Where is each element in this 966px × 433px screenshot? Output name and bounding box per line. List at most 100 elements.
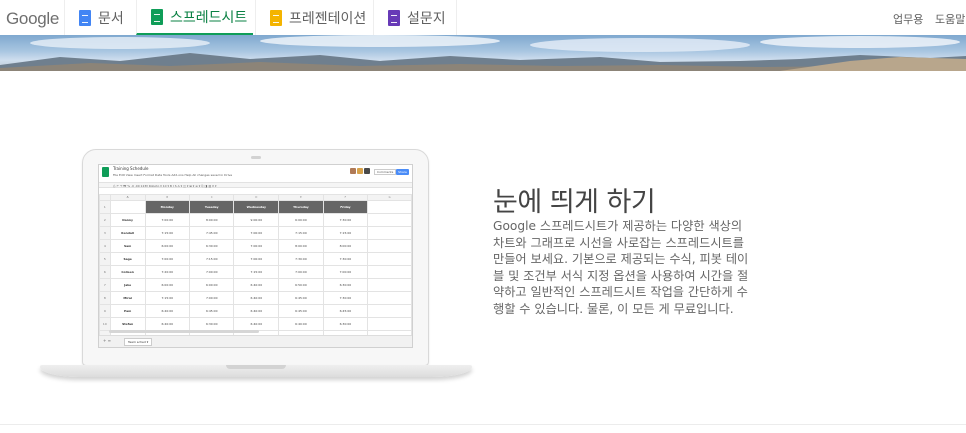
cell: 6:40:00 — [233, 278, 280, 292]
cell — [367, 239, 412, 253]
cell: 7:15:00 — [278, 226, 324, 240]
section-divider — [0, 424, 966, 425]
cell: 9:00:00 — [233, 213, 280, 227]
tab-forms[interactable]: 설문지 — [373, 0, 457, 35]
cell: 8:00:00 — [188, 213, 235, 227]
cell: 6:45:00 — [188, 304, 235, 318]
cell: 7:15:00 — [233, 265, 280, 279]
cell: 7:00:00 — [278, 265, 324, 279]
row-header: 1 — [99, 200, 111, 214]
comments-button: Comments — [374, 169, 397, 175]
table-row: 5 Sage 7:00:00 7:15:00 7:00:00 7:30:00 7:30:00 — [99, 252, 412, 266]
cell: 6:45:00 — [278, 291, 324, 305]
tab-sheets[interactable]: 스프레드시트 — [136, 0, 253, 35]
name-cell: Stefan — [109, 317, 146, 331]
table-row: 10 Stefan 6:40:00 6:30:00 6:40:00 6:40:00 6:30… — [99, 317, 412, 331]
cell: 6:50:00 — [278, 278, 324, 292]
nav-link-business[interactable]: 업무용 — [893, 11, 923, 27]
table-row: 9 Pam 6:40:00 6:45:00 6:40:00 6:45:00 6:45:00 — [99, 304, 412, 318]
cell — [367, 200, 412, 214]
sheet-header: Training Schedule File Edit View Insert … — [99, 165, 412, 181]
name-cell: Colleen — [109, 265, 146, 279]
sheet-grid: A B C D E F G 1 Monday Tuesday Wednesday Thursday Fr… — [99, 194, 412, 344]
cell: 6:30:00 — [322, 278, 369, 292]
row-header: 3 — [99, 226, 111, 240]
add-sheet-icon: + ≡ — [103, 338, 111, 343]
name-cell: Danny — [109, 213, 146, 227]
avatar — [350, 168, 356, 174]
cell — [367, 265, 412, 279]
cell: 6:40:00 — [278, 317, 324, 331]
cell: 6:45:00 — [322, 304, 369, 318]
share-button: Share — [396, 169, 409, 175]
google-logo[interactable]: Google — [6, 9, 59, 29]
cell: 7:30:00 — [322, 252, 369, 266]
cell: 7:00:00 — [233, 226, 280, 240]
cell: 6:40:00 — [144, 304, 191, 318]
tab-docs[interactable]: 문서 — [64, 0, 136, 35]
cell: 7:00:00 — [322, 265, 369, 279]
day-header: Monday — [144, 200, 191, 214]
forms-icon — [388, 9, 400, 26]
cell: 6:40:00 — [144, 317, 191, 331]
tab-slides[interactable]: 프레젠테이션 — [255, 0, 372, 35]
docs-icon — [79, 9, 91, 26]
cell: 7:00:00 — [233, 239, 280, 253]
cell: 6:45:00 — [278, 304, 324, 318]
name-cell: Mirai — [109, 291, 146, 305]
day-header: Wednesday — [233, 200, 280, 214]
row-header: 6 — [99, 265, 111, 279]
top-nav: Google 문서 스프레드시트 프레젠테이션 설문지 업무용 도움말 — [0, 0, 966, 36]
tab-docs-label: 문서 — [98, 10, 124, 27]
nav-link-help[interactable]: 도움말 — [935, 11, 965, 27]
cell: 6:00:00 — [188, 278, 235, 292]
hero-description: Google 스프레드시트가 제공하는 다양한 색상의 차트와 그래프로 시선을… — [493, 219, 749, 316]
name-cell: Pam — [109, 304, 146, 318]
sheets-app-icon — [102, 167, 109, 177]
cell: 6:30:00 — [188, 317, 235, 331]
cell: 6:40:00 — [233, 304, 280, 318]
hero-banner-image — [0, 35, 966, 71]
cell: 7:15:00 — [144, 291, 191, 305]
cell: 6:30:00 — [322, 317, 369, 331]
cell — [367, 304, 412, 318]
avatar — [364, 168, 370, 174]
table-row: 4 Sam 6:00:00 6:30:00 7:00:00 8:00:00 8:00:00 — [99, 239, 412, 253]
cell: 7:20:00 — [144, 265, 191, 279]
cell — [367, 252, 412, 266]
cell: 7:00:00 — [188, 291, 235, 305]
cell — [367, 226, 412, 240]
row-header: 2 — [99, 213, 111, 227]
laptop-illustration: Training Schedule File Edit View Insert … — [40, 149, 472, 384]
cell: 7:15:00 — [322, 226, 369, 240]
hero-headline: 눈에 띄게 하기 — [493, 187, 656, 218]
row-header: 7 — [99, 278, 111, 292]
sheet-title: Training Schedule — [113, 166, 149, 171]
row-header: 9 — [99, 304, 111, 318]
tab-forms-label: 설문지 — [407, 10, 446, 27]
cell — [109, 200, 146, 214]
sheet-table: A B C D E F G 1 Monday Tuesday Wednesday Thursday Fr… — [99, 194, 412, 344]
laptop-screen: Training Schedule File Edit View Insert … — [98, 164, 413, 348]
table-row: 1 Monday Tuesday Wednesday Thursday Friday — [99, 200, 412, 214]
row-header: 8 — [99, 291, 111, 305]
tab-slides-label: 프레젠테이션 — [289, 10, 367, 27]
cell: 7:00:00 — [188, 265, 235, 279]
cell: 6:40:00 — [233, 317, 280, 331]
cell: 7:00:00 — [144, 213, 191, 227]
tab-sheets-label: 스프레드시트 — [170, 9, 248, 26]
sheet-toolbar: ⎙ ↶ ↷ ₩ % .0 .00 123▾ Roboto ▾ 10 ▾ B I … — [99, 182, 412, 188]
cell — [367, 291, 412, 305]
cell: 7:30:00 — [322, 291, 369, 305]
cell: 6:40:00 — [233, 291, 280, 305]
sheet-tabs-bar: + ≡ Team sched ▾ — [99, 335, 412, 347]
row-header: 5 — [99, 252, 111, 266]
cell: 7:30:00 — [278, 252, 324, 266]
table-row: 6 Colleen 7:20:00 7:00:00 7:15:00 7:00:00 7:00… — [99, 265, 412, 279]
sheets-icon — [151, 8, 163, 25]
cell: 6:30:00 — [188, 239, 235, 253]
table-row: 8 Mirai 7:15:00 7:00:00 6:40:00 6:45:00 7:30:0… — [99, 291, 412, 305]
cell: 7:45:00 — [188, 226, 235, 240]
laptop-notch — [226, 365, 286, 369]
table-row: 7 Jake 6:00:00 6:00:00 6:40:00 6:50:00 6:30:00 — [99, 278, 412, 292]
